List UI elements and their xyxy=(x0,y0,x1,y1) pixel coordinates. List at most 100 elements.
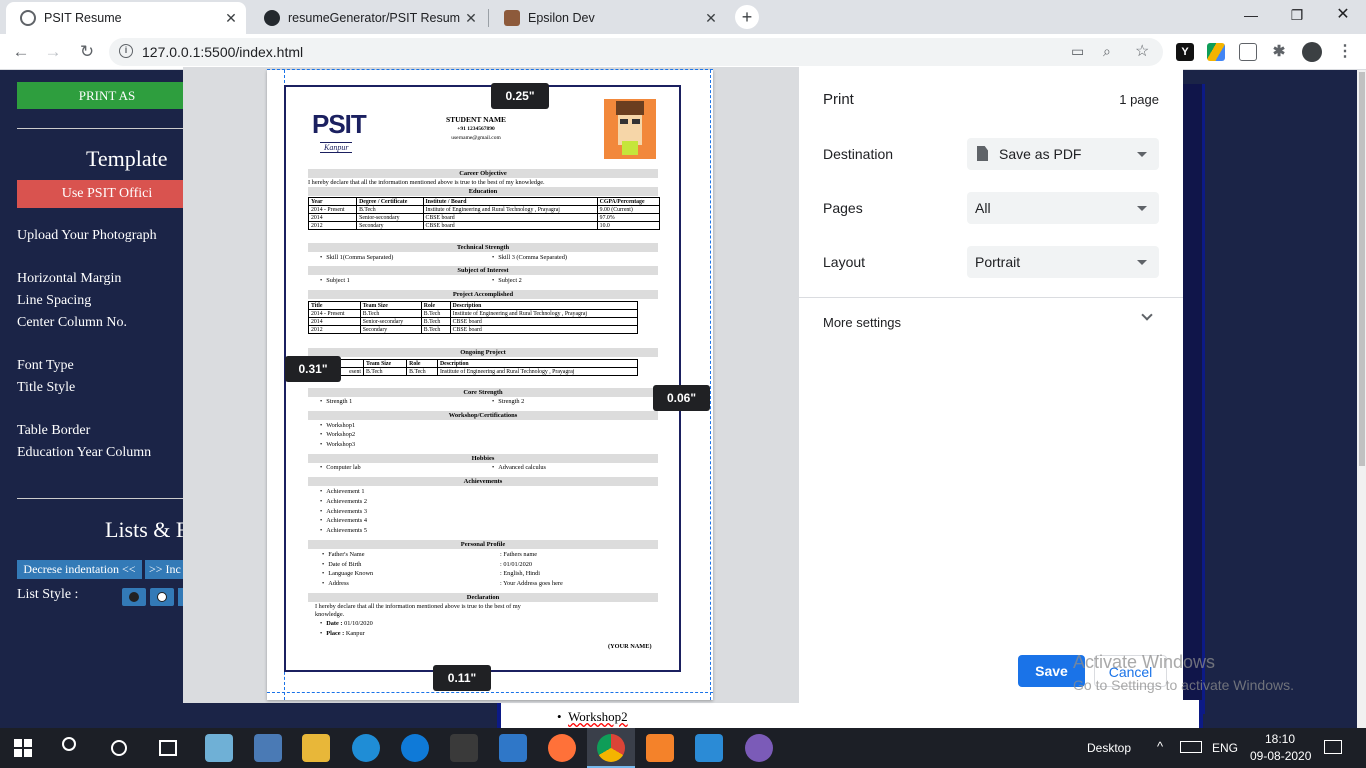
more-settings-toggle[interactable]: More settings xyxy=(799,303,1183,341)
decrease-indent-button[interactable]: Decrese indentation << xyxy=(17,560,142,579)
destination-select[interactable]: Save as PDF xyxy=(967,138,1159,170)
start-pane xyxy=(14,749,22,757)
shirt-shape xyxy=(622,141,638,155)
bottom-margin-line[interactable] xyxy=(267,692,713,693)
start-pane xyxy=(14,739,22,747)
bottom-margin-tag[interactable]: 0.11" xyxy=(433,665,491,691)
more-settings-label: More settings xyxy=(823,315,902,330)
tab-epsilon-dev[interactable]: Epsilon Dev ✕ xyxy=(490,2,726,34)
dropdown-arrow-icon xyxy=(1137,260,1147,265)
personal-value: : English, Hindi xyxy=(500,570,541,577)
place-value: Kanpur xyxy=(345,630,365,637)
personal-value: : 01/01/2020 xyxy=(500,561,533,568)
minimize-button[interactable]: — xyxy=(1228,0,1274,30)
forward-icon[interactable]: → xyxy=(40,40,66,64)
mail-icon[interactable] xyxy=(499,734,527,762)
tab-separator xyxy=(488,9,489,27)
right-margin-line[interactable] xyxy=(710,70,711,700)
screenshot-icon[interactable] xyxy=(1239,43,1257,61)
list-item-text: Workshop2 xyxy=(568,709,628,724)
use-psit-button[interactable]: Use PSIT Offici xyxy=(17,180,197,208)
maximize-button[interactable]: ❐ xyxy=(1274,0,1320,30)
table-cell: Institute of Engineering and Rural Techn… xyxy=(436,367,639,376)
xampp-icon[interactable] xyxy=(646,734,674,762)
drive-icon[interactable] xyxy=(1207,43,1225,61)
table-header: Description xyxy=(449,301,639,310)
desktop-toolbar-label[interactable]: Desktop xyxy=(1087,741,1131,755)
windows-start-icon[interactable] xyxy=(14,739,32,757)
tab-github[interactable]: resumeGenerator/PSIT Resume.p ✕ xyxy=(250,2,486,34)
y-extension-icon[interactable]: Y xyxy=(1176,43,1194,61)
pages-select[interactable]: All xyxy=(967,192,1159,224)
table-cell: 2014 xyxy=(308,317,361,326)
store-icon[interactable] xyxy=(450,734,478,762)
table-header: Degree / Certificate xyxy=(356,197,424,206)
font-type-label: Font Type xyxy=(17,358,74,373)
language-indicator[interactable]: ENG xyxy=(1212,741,1238,755)
table-cell: B.Tech xyxy=(420,325,451,334)
top-margin-tag[interactable]: 0.25" xyxy=(491,83,549,109)
scrollbar-thumb[interactable] xyxy=(1359,72,1365,466)
reload-icon[interactable]: ↻ xyxy=(74,40,100,64)
close-icon[interactable]: ✕ xyxy=(700,10,722,27)
search-icon[interactable] xyxy=(62,737,76,751)
table-header: Description xyxy=(436,359,639,368)
list-item: • Workshop2 xyxy=(557,709,628,725)
table-row: 2014 Senior-secondary CBSE board 97.0% xyxy=(307,213,661,222)
back-icon[interactable]: ← xyxy=(8,40,34,64)
workshop-heading: Workshop/Certifications xyxy=(308,411,658,420)
right-margin-tag[interactable]: 0.06" xyxy=(653,385,710,411)
zoom-icon[interactable]: ⌕ xyxy=(1103,43,1111,60)
table-header: Title xyxy=(308,301,361,310)
profile-avatar[interactable] xyxy=(1302,42,1322,62)
clock-date[interactable]: 09-08-2020 xyxy=(1250,749,1311,763)
new-tab-button[interactable]: + xyxy=(735,5,759,29)
extensions-icon[interactable]: ✱ xyxy=(1270,43,1288,61)
address-bar[interactable]: i 127.0.0.1:5500/index.html ▭ ⌕ ☆ xyxy=(109,38,1163,66)
cortana-icon[interactable] xyxy=(111,740,127,756)
core-strength-heading: Core Strength xyxy=(308,388,658,397)
table-header: Role xyxy=(406,359,438,368)
paint-app-icon[interactable] xyxy=(205,734,233,762)
internet-explorer-icon[interactable] xyxy=(352,734,380,762)
destination-value: Save as PDF xyxy=(999,146,1082,162)
table-cell: 2014 - Present xyxy=(308,309,361,318)
python-app-icon[interactable] xyxy=(254,734,282,762)
edge-icon[interactable] xyxy=(401,734,429,762)
table-border-label: Table Border xyxy=(17,423,91,438)
personal-key: Address xyxy=(322,580,349,587)
firefox-icon[interactable] xyxy=(548,734,576,762)
ongoing-project-heading: Ongoing Project xyxy=(308,348,658,357)
github-desktop-icon[interactable] xyxy=(745,734,773,762)
student-email: username@gmail.com xyxy=(451,135,501,141)
cast-icon[interactable]: ▭ xyxy=(1071,43,1084,60)
increase-indent-button[interactable]: >> Inc xyxy=(145,560,185,579)
chrome-taskbar-button[interactable] xyxy=(587,728,635,768)
clock-time[interactable]: 18:10 xyxy=(1265,732,1295,746)
notification-icon[interactable] xyxy=(1324,740,1342,754)
print-as-button[interactable]: PRINT AS xyxy=(17,82,197,109)
table-cell: Secondary xyxy=(359,325,422,334)
star-icon[interactable]: ☆ xyxy=(1135,41,1149,61)
info-icon[interactable]: i xyxy=(119,44,133,58)
keyboard-icon[interactable] xyxy=(1180,741,1202,753)
tab-psit-resume[interactable]: PSIT Resume ✕ xyxy=(6,2,246,34)
close-icon[interactable]: ✕ xyxy=(220,10,242,27)
place-label: Place : xyxy=(326,630,345,637)
list-style-disc-button[interactable] xyxy=(122,588,146,606)
achievements-heading: Achievements xyxy=(308,477,658,486)
top-margin-line[interactable] xyxy=(267,69,713,70)
file-explorer-icon[interactable] xyxy=(302,734,330,762)
layout-select[interactable]: Portrait xyxy=(967,246,1159,278)
close-icon[interactable]: ✕ xyxy=(460,10,482,27)
left-margin-tag[interactable]: 0.31" xyxy=(285,356,341,382)
menu-icon[interactable]: ⋮ xyxy=(1336,43,1354,61)
vscode-icon[interactable] xyxy=(695,734,723,762)
project-heading: Project Accomplished xyxy=(308,290,658,299)
avatar-icon xyxy=(504,10,520,26)
list-style-circle-button[interactable] xyxy=(150,588,174,606)
task-view-icon[interactable] xyxy=(159,740,177,756)
chevron-up-icon[interactable]: ^ xyxy=(1157,739,1163,754)
pages-value: All xyxy=(975,200,991,216)
window-close-button[interactable]: ✕ xyxy=(1320,0,1366,30)
